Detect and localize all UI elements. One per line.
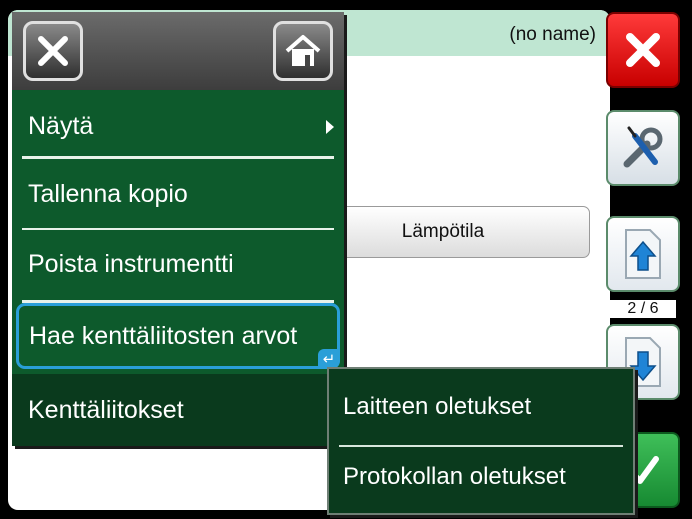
submenu: Laitteen oletukset Protokollan oletukset: [327, 367, 635, 515]
menu-item-show[interactable]: Näytä: [12, 90, 344, 162]
menu-close-button[interactable]: [23, 21, 83, 81]
close-page-button[interactable]: [606, 12, 680, 88]
menu-item-label: Kenttäliitokset: [28, 395, 184, 424]
chevron-right-icon: [326, 120, 334, 134]
quantity-button[interactable]: Lämpötila: [336, 206, 590, 258]
submenu-item-label: Protokollan oletukset: [343, 463, 566, 490]
home-button[interactable]: [273, 21, 333, 81]
menu-item-label: Hae kenttäliitosten arvot: [29, 321, 298, 350]
submenu-item-protocol-defaults[interactable]: Protokollan oletukset: [329, 441, 633, 513]
submenu-item-label: Laitteen oletukset: [343, 393, 532, 420]
menu-item-label: Tallenna kopio: [28, 179, 188, 208]
enter-key-icon: ↵: [318, 349, 340, 369]
page-up-arrow-icon: [625, 229, 661, 279]
page-indicator: 2 / 6: [610, 300, 676, 318]
menu-item-fetch-field-values[interactable]: Hae kenttäliitosten arvot ↵: [16, 303, 340, 369]
submenu-item-device-defaults[interactable]: Laitteen oletukset: [329, 371, 633, 443]
menu-item-label: Poista instrumentti: [28, 249, 234, 278]
instrument-name: (no name): [509, 24, 596, 45]
close-icon: [626, 33, 660, 67]
page-up-button[interactable]: [606, 216, 680, 292]
context-menu: Näytä Tallenna kopio Poista instrumentti…: [12, 12, 344, 446]
menu-header: [12, 12, 344, 90]
screen: (no name) Lämpötila 2 / 6 Näytä Tallenna…: [0, 0, 692, 519]
menu-item-label: Näytä: [28, 111, 94, 140]
home-icon: [285, 35, 321, 66]
tools-button[interactable]: [606, 110, 680, 186]
wrench-screwdriver-icon: [623, 126, 663, 168]
close-icon: [38, 36, 68, 66]
menu-item-field-connections[interactable]: Kenttäliitokset: [12, 374, 344, 446]
menu-item-delete-instrument[interactable]: Poista instrumentti: [12, 228, 344, 300]
menu-item-save-copy[interactable]: Tallenna kopio: [12, 158, 344, 230]
